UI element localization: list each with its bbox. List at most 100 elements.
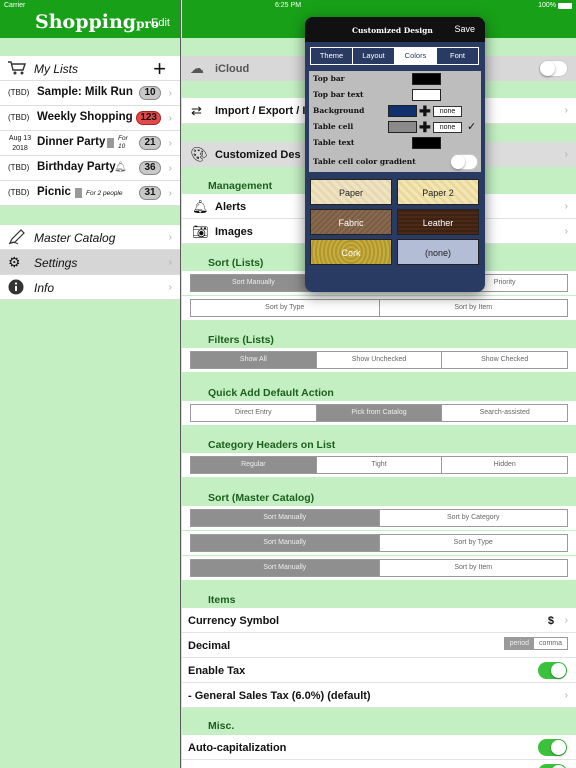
table-cell-color-swatch[interactable] bbox=[388, 121, 417, 133]
toggle-knob bbox=[551, 663, 566, 678]
plus-icon[interactable]: ✚ bbox=[419, 104, 431, 118]
segment[interactable]: Show Checked bbox=[442, 352, 567, 368]
segment[interactable]: Sort by Type bbox=[380, 535, 568, 551]
segment[interactable]: Sort Manually bbox=[191, 535, 380, 551]
table-text-color-swatch[interactable] bbox=[412, 137, 441, 149]
tab-colors[interactable]: Colors bbox=[395, 48, 437, 64]
segment[interactable]: Pick from Catalog bbox=[316, 405, 443, 421]
sidebar-item-master-catalog[interactable]: Master Catalog › bbox=[0, 225, 180, 250]
texture-fabric[interactable]: Fabric bbox=[310, 209, 392, 235]
list-item[interactable]: Aug 13 2018 Dinner Party For 10 21 › bbox=[0, 131, 180, 156]
quick-add-control: Direct Entry Pick from Catalog Search-as… bbox=[182, 401, 576, 425]
list-note: For 10 bbox=[118, 135, 128, 151]
chevron-right-icon: › bbox=[564, 201, 568, 212]
list-date-line2: 2018 bbox=[12, 145, 28, 152]
general-sales-tax-row[interactable]: - General Sales Tax (6.0%) (default) › bbox=[182, 683, 576, 708]
segmented-control: Direct Entry Pick from Catalog Search-as… bbox=[190, 404, 568, 422]
chevron-right-icon: › bbox=[168, 282, 172, 293]
segment[interactable]: Show All bbox=[191, 352, 317, 368]
decimal-option-period[interactable]: period bbox=[504, 638, 535, 649]
texture-leather[interactable]: Leather bbox=[397, 209, 479, 235]
list-date-line1: Aug 13 bbox=[8, 135, 32, 142]
filters-header: Filters (Lists) bbox=[208, 334, 274, 346]
texture-paper-2[interactable]: Paper 2 bbox=[397, 179, 479, 205]
palette-icon: 🎨︎ bbox=[190, 146, 208, 162]
background-color-swatch[interactable] bbox=[388, 105, 417, 117]
list-name: Birthday Party bbox=[37, 161, 116, 173]
tab-layout[interactable]: Layout bbox=[353, 48, 395, 64]
segment[interactable]: Direct Entry bbox=[191, 405, 317, 421]
segment[interactable]: Sort Manually bbox=[191, 275, 317, 291]
tab-theme[interactable]: Theme bbox=[311, 48, 353, 64]
list-item[interactable]: (TBD) Sample: Milk Run 10 › bbox=[0, 81, 180, 106]
auto-capitalization-toggle[interactable] bbox=[538, 739, 567, 756]
segment[interactable]: Sort by Category bbox=[380, 510, 568, 526]
enable-tax-toggle[interactable] bbox=[538, 662, 567, 679]
chevron-right-icon: › bbox=[564, 105, 568, 116]
list-item[interactable]: (TBD) Weekly Shopping 123 › bbox=[0, 106, 180, 131]
top-bar-text-label: Top bar text bbox=[313, 90, 364, 99]
segment[interactable]: Show Unchecked bbox=[317, 352, 443, 368]
cart-icon bbox=[7, 60, 27, 81]
chevron-right-icon: › bbox=[564, 690, 568, 701]
gradient-toggle[interactable] bbox=[450, 154, 478, 170]
segment[interactable]: Regular bbox=[191, 457, 317, 473]
popover-title-bar: Customized Design Save bbox=[305, 17, 485, 42]
plus-icon[interactable]: ✚ bbox=[419, 120, 431, 134]
list-name: Picnic bbox=[37, 186, 71, 198]
decimal-label: Decimal bbox=[188, 640, 231, 652]
chevron-right-icon: › bbox=[564, 149, 568, 160]
table-cell-none-button[interactable]: none bbox=[433, 122, 462, 133]
my-lists-row[interactable]: My Lists + bbox=[0, 56, 180, 81]
alerts-label: Alerts bbox=[215, 201, 247, 213]
segment[interactable]: Sort Manually bbox=[191, 510, 380, 526]
gradient-label: Table cell color gradient bbox=[313, 157, 416, 166]
table-cell-label: Table cell bbox=[313, 122, 354, 131]
top-bar-label: Top bar bbox=[313, 74, 345, 83]
design-tabs: Theme Layout Colors Font bbox=[310, 47, 479, 65]
texture-cork[interactable]: Cork bbox=[310, 239, 392, 265]
gear-icon: ⚙ bbox=[8, 254, 21, 270]
currency-symbol-row[interactable]: Currency Symbol $ › bbox=[182, 608, 576, 633]
segment[interactable]: Hidden bbox=[442, 457, 567, 473]
segment[interactable]: Sort Manually bbox=[191, 560, 380, 576]
edit-button[interactable]: Edit bbox=[151, 17, 170, 29]
list-note-line2: 10 bbox=[118, 143, 126, 150]
list-note-line1: For bbox=[118, 135, 128, 142]
tab-font[interactable]: Font bbox=[437, 48, 478, 64]
list-date: (TBD) bbox=[8, 88, 30, 97]
auto-capitalization-label: Auto-capitalization bbox=[188, 742, 287, 754]
sidebar-item-settings[interactable]: ⚙ Settings › bbox=[0, 250, 180, 275]
segment[interactable]: Tight bbox=[317, 457, 443, 473]
sidebar-item-info[interactable]: Info › bbox=[0, 275, 180, 300]
segment[interactable]: Sort by Item bbox=[380, 300, 568, 316]
list-item[interactable]: (TBD) Birthday Party 🔔︎ 36 › bbox=[0, 156, 180, 181]
top-bar-color-swatch[interactable] bbox=[412, 73, 441, 85]
segment[interactable]: Sort by Type bbox=[191, 300, 380, 316]
segment[interactable]: Sort by Item bbox=[380, 560, 568, 576]
import-export-label: Import / Export / I bbox=[215, 105, 306, 117]
save-button[interactable]: Save bbox=[454, 24, 475, 34]
list-date: Aug 13 2018 bbox=[6, 134, 34, 154]
status-bar: Carrier 6:25 PM 100% bbox=[0, 0, 576, 12]
texture-none[interactable]: (none) bbox=[397, 239, 479, 265]
setting-toggle[interactable] bbox=[538, 764, 567, 768]
sidebar-item-label: Info bbox=[34, 281, 55, 295]
quick-add-header: Quick Add Default Action bbox=[208, 387, 334, 399]
texture-paper[interactable]: Paper bbox=[310, 179, 392, 205]
decimal-option-comma[interactable]: comma bbox=[534, 638, 567, 649]
segmented-control: Sort Manually Sort by Type bbox=[190, 534, 568, 552]
top-bar-text-color-swatch[interactable] bbox=[412, 89, 441, 101]
chevron-right-icon: › bbox=[168, 188, 172, 199]
list-date: (TBD) bbox=[8, 163, 30, 172]
customized-design-popover: Customized Design Save Theme Layout Colo… bbox=[305, 17, 485, 292]
segmented-control: Sort Manually Sort by Category bbox=[190, 509, 568, 527]
add-list-button[interactable]: + bbox=[153, 56, 166, 82]
icloud-toggle[interactable] bbox=[539, 60, 568, 77]
background-none-button[interactable]: none bbox=[433, 106, 462, 117]
segment[interactable]: Search-assisted bbox=[442, 405, 567, 421]
pencil-icon bbox=[8, 229, 26, 248]
list-item[interactable]: (TBD) Picnic For 2 people 31 › bbox=[0, 181, 180, 206]
chevron-right-icon: › bbox=[168, 232, 172, 243]
decimal-segmented-control: period comma bbox=[503, 637, 568, 650]
